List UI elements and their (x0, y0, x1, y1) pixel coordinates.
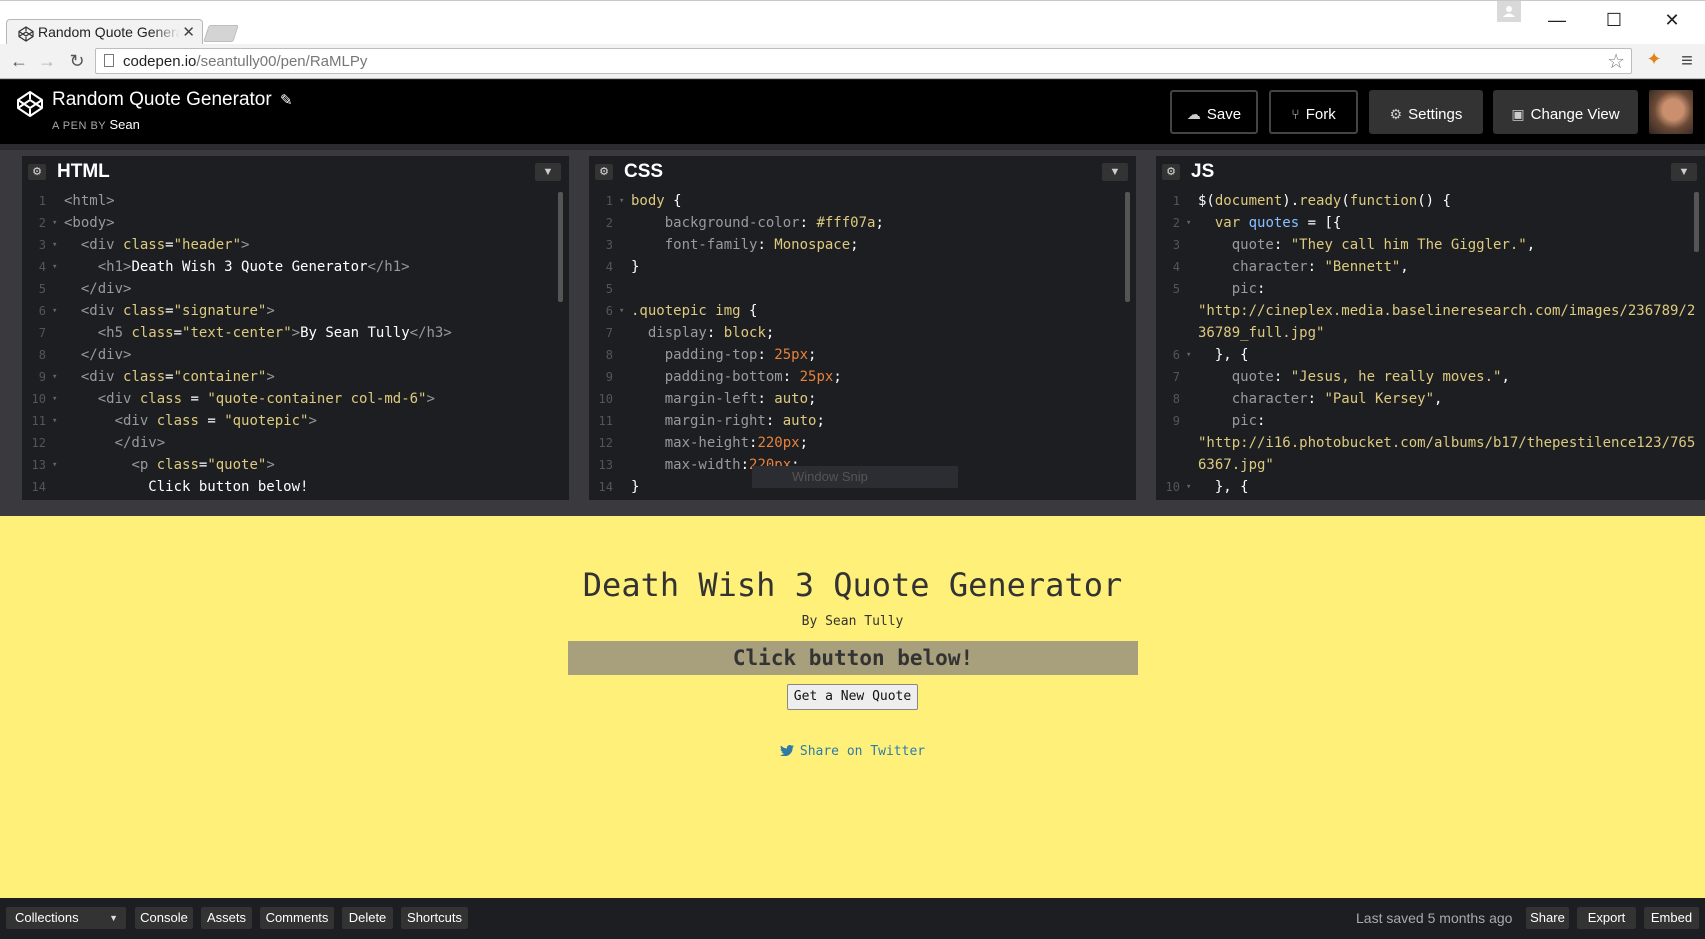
extension-icon[interactable]: ✦ (1642, 49, 1666, 73)
browser-tab-strip: Random Quote Generator | CodePen ✕ — ☐ ✕ (0, 0, 1705, 46)
new-quote-button[interactable]: Get a New Quote (787, 684, 918, 710)
reload-icon[interactable]: ↻ (66, 50, 88, 72)
window-close-icon[interactable]: ✕ (1657, 5, 1687, 35)
forward-arrow-icon[interactable]: → (36, 50, 58, 72)
new-tab-button[interactable] (203, 25, 239, 42)
twitter-bird-icon (779, 745, 794, 756)
browser-tab[interactable]: Random Quote Generator | CodePen ✕ (6, 19, 203, 46)
minimize-icon[interactable]: — (1542, 5, 1572, 35)
export-button[interactable]: Export (1577, 907, 1636, 929)
change-view-button[interactable]: ▣ Change View (1493, 90, 1638, 134)
tab-close-icon[interactable]: ✕ (182, 23, 195, 41)
edit-pencil-icon[interactable]: ✎ (280, 91, 293, 109)
shortcuts-button[interactable]: Shortcuts (401, 907, 468, 929)
url-text: codepen.io/seantully00/pen/RaMLPy (123, 53, 368, 70)
author-link[interactable]: Sean (110, 117, 140, 132)
window-snip-overlay: Window Snip (752, 466, 958, 488)
back-arrow-icon[interactable]: ← (8, 50, 30, 72)
avatar[interactable] (1649, 90, 1693, 134)
gear-icon: ⚙ (1389, 106, 1403, 122)
css-dropdown-chevron-icon[interactable]: ▼ (1102, 163, 1128, 181)
layout-icon: ▣ (1511, 106, 1525, 122)
codepen-favicon-icon (18, 26, 34, 42)
js-dropdown-chevron-icon[interactable]: ▼ (1671, 163, 1697, 181)
html-dropdown-chevron-icon[interactable]: ▼ (535, 163, 561, 181)
js-settings-gear-icon[interactable]: ⚙ (1162, 164, 1180, 180)
codepen-header: Random Quote Generator ✎ A PEN BY Sean ☁… (0, 80, 1705, 144)
js-editor[interactable]: ⚙ JS ▼ 1 $(document).ready(function() { 2… (1156, 156, 1705, 500)
console-button[interactable]: Console (135, 907, 193, 929)
embed-button[interactable]: Embed (1644, 907, 1699, 929)
pen-title[interactable]: Random Quote Generator (52, 89, 272, 111)
share-button[interactable]: Share (1526, 907, 1569, 929)
delete-button[interactable]: Delete (342, 907, 393, 929)
html-scrollbar[interactable] (558, 192, 563, 302)
caret-down-icon: ▼ (109, 913, 118, 923)
css-editor-title: CSS (624, 161, 664, 182)
js-code-area[interactable]: 1 $(document).ready(function() { 2 ▾ var q… (1156, 190, 1705, 500)
last-saved-status: Last saved 5 months ago (1356, 910, 1513, 926)
preview-heading: Death Wish 3 Quote Generator (582, 566, 1123, 604)
css-scrollbar[interactable] (1125, 192, 1130, 302)
page-icon (104, 54, 114, 67)
browser-toolbar: ← → ↻ codepen.io/seantully00/pen/RaMLPy … (0, 44, 1705, 79)
result-preview: Death Wish 3 Quote Generator By Sean Tul… (0, 516, 1705, 898)
collections-dropdown[interactable]: Collections ▼ (6, 907, 126, 929)
profile-icon[interactable] (1497, 1, 1521, 22)
html-settings-gear-icon[interactable]: ⚙ (28, 164, 46, 180)
fork-button[interactable]: ⑂ Fork (1269, 90, 1358, 134)
codepen-footer: Collections ▼ Console Assets Comments Del… (0, 898, 1705, 939)
browser-menu-icon[interactable]: ≡ (1676, 50, 1698, 72)
tab-title: Random Quote Generator | CodePen (38, 24, 180, 40)
html-editor-title: HTML (57, 161, 110, 182)
pen-author-line: A PEN BY Sean (52, 117, 140, 132)
js-scrollbar[interactable] (1694, 192, 1699, 252)
preview-signature: By Sean Tully (801, 614, 904, 629)
css-code-area[interactable]: 1 ▾ body { 2 background-color: #fff07a; 3 … (589, 190, 1136, 500)
editor-panes: ⚙ HTML ▼ 1 <html> 2 ▾ <body> 3 ▾ <div class=… (0, 144, 1705, 516)
cloud-icon: ☁ (1186, 106, 1201, 122)
bookmark-star-icon[interactable]: ☆ (1607, 49, 1625, 74)
quote-box: Click button below! (568, 641, 1138, 675)
codepen-logo-icon[interactable] (16, 90, 44, 118)
js-editor-header: ⚙ JS ▼ (1156, 156, 1705, 187)
assets-button[interactable]: Assets (201, 907, 252, 929)
maximize-icon[interactable]: ☐ (1599, 5, 1629, 35)
css-editor-header: ⚙ CSS ▼ (589, 156, 1136, 187)
css-settings-gear-icon[interactable]: ⚙ (595, 164, 613, 180)
address-bar[interactable]: codepen.io/seantully00/pen/RaMLPy ☆ (95, 48, 1632, 74)
comments-button[interactable]: Comments (260, 907, 334, 929)
fork-icon: ⑂ (1291, 106, 1300, 122)
settings-button[interactable]: ⚙ Settings (1369, 90, 1483, 134)
html-editor[interactable]: ⚙ HTML ▼ 1 <html> 2 ▾ <body> 3 ▾ <div class=… (22, 156, 569, 500)
html-code-area[interactable]: 1 <html> 2 ▾ <body> 3 ▾ <div class="header">… (22, 190, 569, 500)
html-editor-header: ⚙ HTML ▼ (22, 156, 569, 187)
save-button[interactable]: ☁ Save (1170, 90, 1258, 134)
css-editor[interactable]: ⚙ CSS ▼ 1 ▾ body { 2 background-color: #ff… (589, 156, 1136, 500)
js-editor-title: JS (1191, 161, 1215, 182)
share-twitter-link[interactable]: Share on Twitter (0, 744, 1705, 759)
